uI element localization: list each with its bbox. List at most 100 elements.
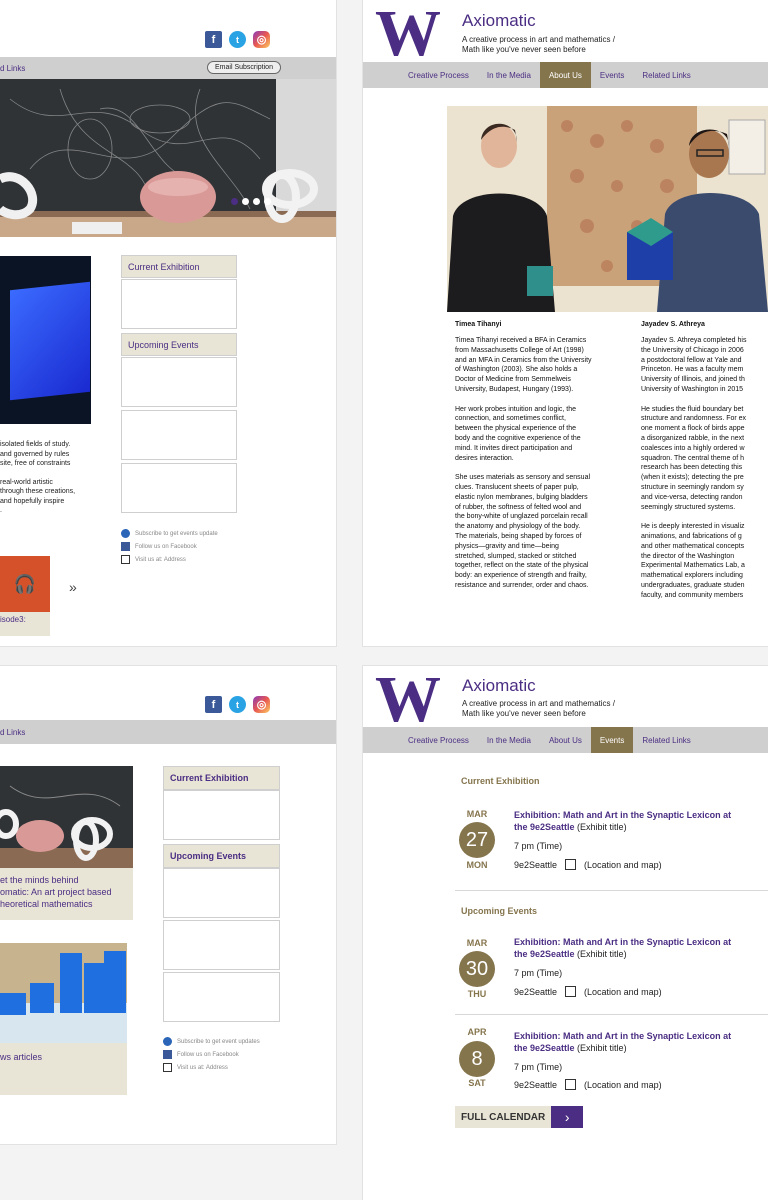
feature-card-news[interactable]: ws articles — [0, 943, 127, 1095]
subscribe-note[interactable]: Subscribe to get event updates — [163, 1037, 260, 1046]
event-weekday: SAT — [468, 1078, 486, 1088]
upcoming-event-slot[interactable] — [121, 357, 237, 407]
event-day: 30 — [459, 951, 495, 987]
feature-image-sculptures — [0, 766, 133, 868]
event-venue: 9e2Seattle — [514, 986, 558, 997]
current-exhibition-heading: Current Exhibition — [461, 776, 540, 786]
upcoming-event-slot[interactable] — [121, 410, 237, 460]
feature-card-minds[interactable]: et the minds behind omatic: An art proje… — [0, 766, 133, 920]
map-pin-icon — [121, 555, 130, 564]
current-exhibition-box — [121, 279, 237, 329]
event-title[interactable]: Exhibition: Math and Art in the Synaptic… — [514, 1030, 734, 1054]
podcast-image: 🎧 — [0, 556, 50, 612]
home-page-card: f t ◎ d Links Email Subscription isolate… — [0, 0, 336, 646]
event-day: 27 — [459, 822, 495, 858]
event-location-link[interactable]: (Location and map) — [584, 987, 662, 997]
nav-related-links[interactable]: Related Links — [633, 727, 699, 753]
site-title[interactable]: Axiomatic — [462, 676, 536, 696]
uw-logo[interactable]: W — [375, 1, 441, 67]
nav-related-links[interactable]: d Links — [0, 64, 25, 73]
home-page-card-2: f t ◎ d Links et the minds behind omatic… — [0, 666, 336, 1144]
person-name-jayadev: Jayadev S. Athreya — [641, 321, 705, 328]
map-icon[interactable] — [565, 986, 577, 997]
instagram-icon[interactable]: ◎ — [253, 696, 270, 713]
instagram-icon[interactable]: ◎ — [253, 31, 270, 48]
upcoming-events-header[interactable]: Upcoming Events — [121, 333, 237, 356]
main-nav: Creative Process In the Media About Us E… — [363, 62, 768, 88]
video-screen-glow — [10, 281, 90, 401]
event-venue: 9e2Seattle — [514, 1079, 558, 1090]
event-venue-row: 9e2Seattle (Location and map) — [514, 1079, 662, 1090]
subscribe-text: Subscribe to get events update — [135, 530, 218, 537]
event-time: 7 pm (Time) — [514, 1062, 563, 1072]
nav-about-us[interactable]: About Us — [539, 62, 591, 88]
slider-dot[interactable] — [242, 198, 249, 205]
hero-slider[interactable] — [0, 79, 336, 237]
twitter-icon[interactable]: t — [229, 696, 246, 713]
nav-related-links[interactable]: d Links — [0, 728, 25, 737]
upcoming-event-slot[interactable] — [163, 868, 280, 918]
event-divider — [455, 1014, 768, 1015]
event-weekday: MON — [466, 860, 488, 870]
nav-creative-process[interactable]: Creative Process — [399, 62, 478, 88]
facebook-icon[interactable]: f — [205, 696, 222, 713]
facebook-small-icon — [121, 542, 130, 551]
slider-dot[interactable] — [253, 198, 260, 205]
nav-events[interactable]: Events — [590, 727, 634, 753]
feature-caption-minds: et the minds behind omatic: An art proje… — [0, 875, 112, 909]
event-venue: 9e2Seattle — [514, 859, 558, 870]
nav-about-us[interactable]: About Us — [540, 727, 591, 753]
chevron-right-icon: › — [551, 1106, 584, 1128]
map-icon[interactable] — [565, 859, 577, 870]
current-exhibition-header[interactable]: Current Exhibition — [163, 766, 280, 790]
address-note[interactable]: Visit us at: Address — [121, 555, 186, 564]
event-title[interactable]: Exhibition: Math and Art in the Synaptic… — [514, 809, 734, 833]
upcoming-event-slot[interactable] — [163, 972, 280, 1022]
nav-creative-process[interactable]: Creative Process — [399, 727, 478, 753]
subscribe-text: Subscribe to get event updates — [177, 1038, 260, 1045]
event-month: APR — [467, 1027, 487, 1037]
uw-logo[interactable]: W — [375, 667, 441, 733]
slider-dots[interactable] — [231, 198, 271, 205]
address-note[interactable]: Visit us at: Address — [163, 1063, 228, 1072]
full-calendar-button[interactable]: FULL CALENDAR › — [455, 1106, 584, 1128]
event-venue-row: 9e2Seattle (Location and map) — [514, 986, 662, 997]
map-icon[interactable] — [565, 1079, 577, 1090]
podcast-card[interactable]: 🎧 isode3: — [0, 556, 50, 636]
nav-in-the-media[interactable]: In the Media — [478, 62, 540, 88]
facebook-icon[interactable]: f — [205, 31, 222, 48]
nav-events[interactable]: Events — [591, 62, 633, 88]
more-arrow[interactable]: » — [69, 579, 77, 595]
facebook-note[interactable]: Follow us on Facebook — [163, 1050, 239, 1059]
upcoming-events-header[interactable]: Upcoming Events — [163, 844, 280, 868]
current-exhibition-box — [163, 790, 280, 840]
subscribe-note[interactable]: Subscribe to get events update — [121, 529, 218, 538]
facebook-text: Follow us on Facebook — [135, 543, 197, 550]
slider-dot[interactable] — [264, 198, 271, 205]
podcast-caption: isode3: — [0, 615, 26, 624]
intro-line: real-world artistic — [0, 478, 53, 486]
main-nav: Creative Process In the Media About Us E… — [363, 727, 768, 753]
nav-related-links[interactable]: Related Links — [633, 62, 699, 88]
map-pin-icon — [163, 1063, 172, 1072]
event-weekday: THU — [467, 989, 487, 999]
event-location-link[interactable]: (Location and map) — [584, 1080, 662, 1090]
slider-dot-active[interactable] — [231, 198, 238, 205]
nav-in-the-media[interactable]: In the Media — [478, 727, 540, 753]
intro-line: and hopefully inspire — [0, 497, 65, 505]
facebook-note[interactable]: Follow us on Facebook — [121, 542, 197, 551]
upcoming-event-slot[interactable] — [163, 920, 280, 970]
current-exhibition-header[interactable]: Current Exhibition — [121, 255, 237, 278]
full-calendar-label: FULL CALENDAR — [455, 1106, 552, 1128]
site-title[interactable]: Axiomatic — [462, 11, 536, 31]
event-title[interactable]: Exhibition: Math and Art in the Synaptic… — [514, 936, 734, 960]
video-thumbnail[interactable] — [0, 256, 91, 424]
headphones-icon: 🎧 — [13, 573, 37, 594]
twitter-icon[interactable]: t — [229, 31, 246, 48]
social-links: f t ◎ — [205, 696, 270, 713]
email-subscription-button[interactable]: Email Subscription — [207, 61, 281, 74]
intro-line: through these creations, — [0, 488, 76, 495]
about-page-card: W Axiomatic A creative process in art an… — [363, 0, 768, 646]
upcoming-event-slot[interactable] — [121, 463, 237, 513]
event-location-link[interactable]: (Location and map) — [584, 860, 662, 870]
